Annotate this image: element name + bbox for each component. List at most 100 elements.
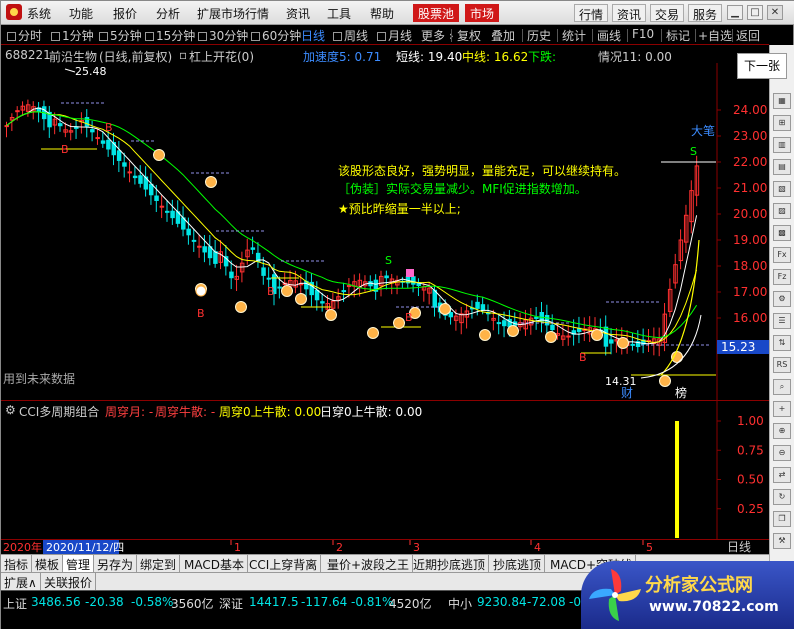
bar-chart-icon[interactable]: ▥ bbox=[773, 137, 791, 153]
plus-icon[interactable]: + bbox=[773, 401, 791, 417]
hand-pointer-icon bbox=[393, 317, 405, 329]
fz-icon[interactable]: Fz bbox=[773, 269, 791, 285]
price-tick-label: 22.00 bbox=[733, 155, 767, 169]
watermark-brand: 分析家公式网 bbox=[645, 575, 753, 596]
grid-icon[interactable]: ▤ bbox=[773, 159, 791, 175]
tool-add-watchlist[interactable]: +自选 bbox=[698, 27, 732, 44]
hand-pointer-icon bbox=[545, 331, 557, 343]
period-1min[interactable]: 1分钟 bbox=[51, 27, 94, 44]
gear-small-icon[interactable]: ⚙ bbox=[5, 403, 16, 417]
close-small-icon[interactable]: ▫ bbox=[179, 48, 187, 62]
candle-body bbox=[229, 271, 234, 279]
fx-icon[interactable]: Fx bbox=[773, 247, 791, 263]
menu-market[interactable]: 市场 bbox=[465, 4, 500, 22]
kline-canvas[interactable]: 24.00 23.00 22.00 21.00 20.00 19.00 18.00 17.00… bbox=[1, 45, 769, 400]
btn-news[interactable]: 资讯 bbox=[612, 4, 647, 22]
period-5min[interactable]: 5分钟 bbox=[99, 27, 142, 44]
period-more[interactable]: 更多 › bbox=[421, 27, 454, 44]
indicator-panel[interactable]: 1.00 0.75 0.50 0.25 ⚙ CCI多周期组合 周穿月: - 周穿牛散:… bbox=[1, 400, 769, 540]
tool-mark[interactable]: 标记 bbox=[666, 27, 690, 44]
price-tick-label: 18.00 bbox=[733, 259, 767, 273]
btn-service[interactable]: 服务 bbox=[688, 4, 723, 22]
tab-bottom-top[interactable]: 抄底逃顶 bbox=[490, 555, 546, 572]
tab-manage[interactable]: 管理 bbox=[63, 555, 95, 572]
menu-extended-market[interactable]: 扩展市场行情 bbox=[197, 5, 269, 22]
refresh-icon[interactable]: ↻ bbox=[773, 489, 791, 505]
tool-f10[interactable]: F10 bbox=[632, 27, 654, 41]
btn-quotes[interactable]: 行情 bbox=[574, 4, 609, 22]
maximize-icon[interactable]: □ bbox=[747, 5, 763, 20]
tab-related-quotes[interactable]: 关联报价 bbox=[41, 573, 97, 590]
window-icon[interactable]: ❐ bbox=[773, 511, 791, 527]
menu-system[interactable]: 系统 bbox=[27, 5, 51, 22]
candle-body bbox=[609, 339, 614, 344]
tab-indicator[interactable]: 指标 bbox=[1, 555, 33, 572]
tool-history[interactable]: 历史 bbox=[527, 27, 551, 44]
period-daily[interactable]: 日线 bbox=[301, 27, 325, 44]
tool-back[interactable]: 返回 bbox=[736, 27, 760, 44]
candle-body bbox=[250, 247, 256, 250]
period-30min[interactable]: 30分钟 bbox=[198, 27, 248, 44]
zoom-in-icon[interactable]: ⊕ bbox=[773, 423, 791, 439]
sz-index-name[interactable]: 深证 bbox=[219, 595, 243, 612]
search-icon[interactable]: ⌕ bbox=[773, 379, 791, 395]
rsi-icon[interactable]: RS bbox=[773, 357, 791, 373]
arrow-icon[interactable]: ⇄ bbox=[773, 467, 791, 483]
tool-draw[interactable]: 画线 bbox=[597, 27, 621, 44]
price-tick-label: 19.00 bbox=[733, 233, 767, 247]
close-icon[interactable]: ✕ bbox=[767, 5, 783, 20]
tab-template[interactable]: 模板 bbox=[32, 555, 64, 572]
tab-volume-wave[interactable]: 量价+波段之王 bbox=[324, 555, 414, 572]
menu-quote[interactable]: 报价 bbox=[113, 5, 137, 22]
minimize-icon[interactable]: ▁ bbox=[727, 5, 743, 20]
hand-pointer-icon bbox=[617, 337, 629, 349]
gear-icon[interactable]: ⚙ bbox=[773, 291, 791, 307]
candle-body bbox=[502, 320, 507, 327]
settings-icon[interactable]: ⚒ bbox=[773, 533, 791, 549]
indicator-name: CCI多周期组合 bbox=[19, 405, 100, 419]
indicator-tick-label: 1.00 bbox=[737, 414, 764, 428]
list-icon[interactable]: ☰ bbox=[773, 313, 791, 329]
period-60min[interactable]: 60分钟 bbox=[251, 27, 301, 44]
menu-analysis[interactable]: 分析 bbox=[156, 5, 180, 22]
menu-help[interactable]: 帮助 bbox=[370, 5, 394, 22]
kline-icon[interactable]: ⊞ bbox=[773, 115, 791, 131]
period-weekly[interactable]: 周线 bbox=[333, 27, 368, 44]
period-15min[interactable]: 15分钟 bbox=[145, 27, 195, 44]
zx-index-name[interactable]: 中小 bbox=[448, 595, 472, 612]
zoom-out-icon[interactable]: ⊖ bbox=[773, 445, 791, 461]
menu-function[interactable]: 功能 bbox=[69, 5, 93, 22]
sh-index-value: 3486.56 bbox=[31, 595, 81, 609]
stats-icon[interactable]: ▧ bbox=[773, 181, 791, 197]
layers-icon[interactable]: ▨ bbox=[773, 203, 791, 219]
kline-chart[interactable]: 24.00 23.00 22.00 21.00 20.00 19.00 18.00 17.00… bbox=[1, 45, 769, 400]
candle-body bbox=[550, 324, 555, 331]
menu-news[interactable]: 资讯 bbox=[286, 5, 310, 22]
candle-body bbox=[566, 335, 571, 338]
menu-stock-pool[interactable]: 股票池 bbox=[413, 4, 460, 22]
period-monthly[interactable]: 月线 bbox=[377, 27, 412, 44]
period-tick[interactable]: 分时 bbox=[7, 27, 42, 44]
sz-index-amount: 4520亿 bbox=[389, 597, 432, 611]
menu-tools[interactable]: 工具 bbox=[327, 5, 351, 22]
hand-pointer-icon bbox=[659, 375, 671, 387]
finance-tag: 财 bbox=[621, 386, 633, 400]
indicator-canvas[interactable]: 1.00 0.75 0.50 0.25 bbox=[1, 401, 769, 540]
tool-stats[interactable]: 统计 bbox=[562, 27, 586, 44]
tab-extension[interactable]: 扩展∧ bbox=[1, 573, 41, 590]
candle-body bbox=[148, 183, 154, 196]
tool-adjust[interactable]: 复权 bbox=[457, 27, 481, 44]
btn-trade[interactable]: 交易 bbox=[650, 4, 685, 22]
tab-macd-basic[interactable]: MACD基本 bbox=[181, 555, 248, 572]
tool-overlay[interactable]: 叠加 bbox=[491, 27, 515, 44]
tab-save-as[interactable]: 另存为 bbox=[94, 555, 138, 572]
tab-recent-bottom[interactable]: 近期抄底逃顶 bbox=[410, 555, 490, 572]
candle-body bbox=[154, 195, 159, 201]
chart-icon[interactable]: ▦ bbox=[773, 93, 791, 109]
tab-bind-to[interactable]: 绑定到 bbox=[137, 555, 181, 572]
up-down-icon[interactable]: ⇅ bbox=[773, 335, 791, 351]
advice-line-3: ★预比昨缩量一半以上; bbox=[338, 201, 461, 216]
sh-index-name[interactable]: 上证 bbox=[3, 595, 27, 612]
calc-icon[interactable]: ▩ bbox=[773, 225, 791, 241]
tab-cci-divergence[interactable]: CCI上穿背离 bbox=[246, 555, 322, 572]
